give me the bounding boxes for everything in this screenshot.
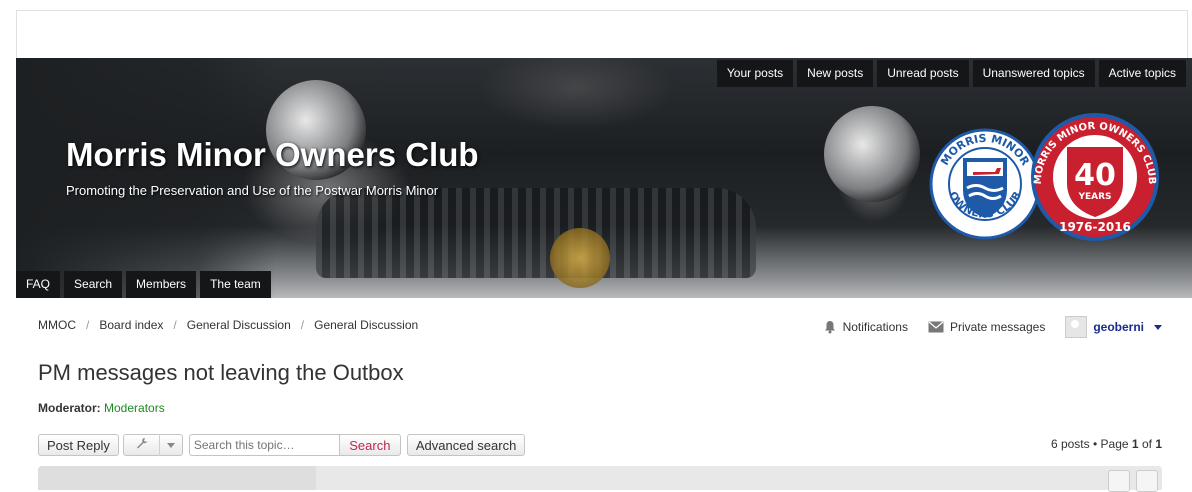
search-input[interactable] xyxy=(188,434,339,456)
pagination: 6 posts • Page 1 of 1 xyxy=(1051,437,1162,451)
breadcrumb-general-discussion[interactable]: General Discussion xyxy=(187,318,291,332)
top-frame xyxy=(16,10,1188,59)
avatar xyxy=(1065,316,1088,338)
nav-unread-posts[interactable]: Unread posts xyxy=(877,60,969,87)
page-title[interactable]: PM messages not leaving the Outbox xyxy=(38,360,404,386)
post-reply-button[interactable]: Post Reply xyxy=(38,434,119,456)
breadcrumb-separator: / xyxy=(173,318,177,332)
nav-the-team[interactable]: The team xyxy=(200,271,271,298)
advanced-search-button[interactable]: Advanced search xyxy=(406,434,526,456)
topic-search: Search xyxy=(188,434,401,456)
current-page: 1 xyxy=(1131,437,1139,451)
site-title[interactable]: Morris Minor Owners Club xyxy=(66,136,479,174)
user-bar: Notifications Private messages geoberni xyxy=(823,316,1162,338)
topic-tools-button[interactable] xyxy=(122,434,183,456)
post-button-placeholder[interactable] xyxy=(1108,470,1130,492)
notifications-label: Notifications xyxy=(842,320,908,334)
breadcrumb-separator: / xyxy=(86,318,90,332)
notifications-link[interactable]: Notifications xyxy=(823,320,908,334)
club-logo-icon[interactable]: MORRIS MINOR OWNERS CLUB xyxy=(929,128,1041,240)
private-messages-label: Private messages xyxy=(949,320,1046,334)
page-word: Page xyxy=(1100,437,1129,451)
header-headlamp-right xyxy=(824,106,920,202)
nav-search[interactable]: Search xyxy=(64,271,123,298)
site-header: Your posts New posts Unread posts Unansw… xyxy=(16,58,1192,298)
breadcrumb: MMOC / Board index / General Discussion … xyxy=(38,318,418,332)
moderator-link[interactable]: Moderators xyxy=(104,401,165,415)
breadcrumb-board-index[interactable]: Board index xyxy=(99,318,163,332)
nav-your-posts[interactable]: Your posts xyxy=(716,60,794,87)
breadcrumb-general-discussion-sub[interactable]: General Discussion xyxy=(314,318,418,332)
anniversary-logo-icon[interactable]: 40 YEARS 1976-2016 MORRIS MINOR OWNERS C… xyxy=(1031,113,1159,241)
of-word: of xyxy=(1141,437,1152,451)
post-count: 6 posts xyxy=(1050,437,1090,451)
pagination-separator: • xyxy=(1093,437,1101,451)
logo-unit: YEARS xyxy=(1077,192,1111,202)
envelope-icon xyxy=(928,321,944,333)
header-car-badge xyxy=(550,228,610,288)
total-pages: 1 xyxy=(1155,437,1162,451)
moderator-line: Moderator: Moderators xyxy=(38,401,165,415)
nav-active-topics[interactable]: Active topics xyxy=(1098,60,1186,87)
username: geoberni xyxy=(1093,320,1144,334)
bell-icon xyxy=(824,321,835,334)
chevron-down-icon xyxy=(160,442,182,448)
site-description: Promoting the Preservation and Use of th… xyxy=(66,183,439,198)
user-menu[interactable]: geoberni xyxy=(1065,316,1162,338)
logo-number: 40 xyxy=(1074,158,1116,193)
breadcrumb-mmoc[interactable]: MMOC xyxy=(38,318,76,332)
chevron-down-icon xyxy=(1154,324,1162,330)
wrench-icon xyxy=(124,434,161,456)
post-author-column xyxy=(38,466,316,490)
logo-years-range: 1976-2016 xyxy=(1059,220,1131,234)
topic-actions: Post Reply Search Advanced search xyxy=(38,434,526,456)
header-shade xyxy=(16,58,276,298)
moderator-label: Moderator: xyxy=(38,401,101,415)
nav-members[interactable]: Members xyxy=(126,271,197,298)
post-button-placeholder[interactable] xyxy=(1136,470,1158,492)
bottom-nav: FAQ Search Members The team xyxy=(16,271,271,298)
nav-unanswered-topics[interactable]: Unanswered topics xyxy=(972,60,1095,87)
private-messages-link[interactable]: Private messages xyxy=(928,320,1045,334)
nav-faq[interactable]: FAQ xyxy=(16,271,61,298)
search-button[interactable]: Search xyxy=(338,434,401,456)
nav-new-posts[interactable]: New posts xyxy=(797,60,874,87)
top-nav: Your posts New posts Unread posts Unansw… xyxy=(716,60,1186,87)
breadcrumb-separator: / xyxy=(300,318,305,332)
header-car-grille xyxy=(316,188,756,278)
post-header-bar xyxy=(38,466,1162,492)
